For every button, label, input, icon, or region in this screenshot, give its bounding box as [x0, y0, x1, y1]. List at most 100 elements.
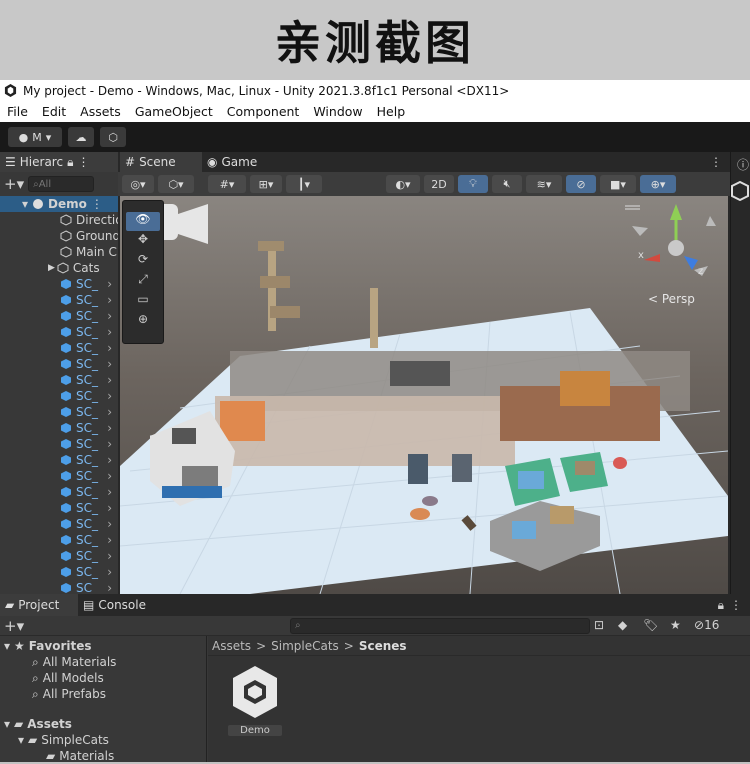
- menu-assets[interactable]: Assets: [73, 104, 128, 119]
- chevron-right-icon[interactable]: ›: [107, 533, 118, 547]
- more-icon[interactable]: ⋮: [77, 155, 89, 169]
- tab-project[interactable]: ▰ Project: [0, 594, 78, 616]
- chevron-right-icon[interactable]: ›: [107, 549, 118, 563]
- breadcrumb-item[interactable]: SimpleCats: [271, 639, 339, 653]
- hierarchy-prefab-item[interactable]: SC_ ›: [0, 308, 118, 324]
- shading-dropdown[interactable]: ◐▾: [386, 175, 420, 193]
- filter-type-icon[interactable]: ◆: [618, 618, 627, 632]
- scene-root-row[interactable]: ▾ Demo ⋮: [0, 196, 118, 212]
- lock-icon[interactable]: 🔒︎: [718, 598, 730, 613]
- favorite-item[interactable]: ⌕ All Prefabs: [0, 686, 206, 702]
- hierarchy-prefab-item[interactable]: SC_ ›: [0, 292, 118, 308]
- audio-toggle[interactable]: 🔇︎: [492, 175, 522, 193]
- hierarchy-item[interactable]: ▶ Cats: [0, 260, 118, 276]
- menu-edit[interactable]: Edit: [35, 104, 73, 119]
- asset-file[interactable]: Demo: [228, 664, 282, 736]
- chevron-right-icon[interactable]: ›: [107, 485, 118, 499]
- hidden-objects-toggle[interactable]: ⊘: [566, 175, 596, 193]
- chevron-right-icon[interactable]: ›: [107, 277, 118, 291]
- hierarchy-prefab-item[interactable]: SC_ ›: [0, 340, 118, 356]
- rect-tool-button[interactable]: ▭: [126, 292, 160, 311]
- chevron-right-icon[interactable]: ›: [107, 469, 118, 483]
- chevron-right-icon[interactable]: ›: [107, 341, 118, 355]
- rotate-tool-button[interactable]: ⟳: [126, 252, 160, 271]
- menu-gameobject[interactable]: GameObject: [128, 104, 220, 119]
- hierarchy-prefab-item[interactable]: SC_ ›: [0, 436, 118, 452]
- hierarchy-prefab-item[interactable]: SC_ ›: [0, 276, 118, 292]
- menu-file[interactable]: File: [0, 104, 35, 119]
- hierarchy-prefab-item[interactable]: SC_ ›: [0, 356, 118, 372]
- grid-visibility-dropdown[interactable]: ┃▾: [286, 175, 322, 193]
- hierarchy-search[interactable]: ⌕ All: [28, 176, 95, 192]
- chevron-right-icon[interactable]: ›: [107, 373, 118, 387]
- persp-label[interactable]: < Persp: [648, 292, 695, 306]
- hierarchy-prefab-item[interactable]: SC_ ›: [0, 580, 118, 594]
- breadcrumb-item[interactable]: Assets: [212, 639, 251, 653]
- hierarchy-prefab-item[interactable]: SC_ ›: [0, 532, 118, 548]
- add-icon[interactable]: +▾: [4, 175, 24, 193]
- overlay-handle[interactable]: [123, 201, 163, 211]
- hierarchy-prefab-item[interactable]: SC_ ›: [0, 452, 118, 468]
- draw-mode-dropdown[interactable]: ◎▾: [122, 175, 154, 193]
- hierarchy-item[interactable]: Main C: [0, 244, 118, 260]
- scene-viewport[interactable]: x z < Persp 👁︎ ✥ ⟳ ⤢ ▭ ⊕: [120, 196, 728, 594]
- chevron-right-icon[interactable]: ›: [107, 501, 118, 515]
- chevron-right-icon[interactable]: ›: [107, 309, 118, 323]
- hierarchy-prefab-item[interactable]: SC_ ›: [0, 468, 118, 484]
- favorite-item[interactable]: ⌕ All Materials: [0, 654, 206, 670]
- hierarchy-prefab-item[interactable]: SC_ ›: [0, 372, 118, 388]
- hierarchy-prefab-item[interactable]: SC_ ›: [0, 516, 118, 532]
- chevron-right-icon[interactable]: ›: [107, 389, 118, 403]
- toggle-2d-button[interactable]: 2D: [424, 175, 454, 193]
- hierarchy-prefab-item[interactable]: SC_ ›: [0, 484, 118, 500]
- chevron-right-icon[interactable]: ›: [107, 357, 118, 371]
- account-dropdown[interactable]: ● M ▾: [8, 127, 62, 147]
- menu-component[interactable]: Component: [220, 104, 307, 119]
- effects-dropdown[interactable]: ≋▾: [526, 175, 562, 193]
- favorite-item[interactable]: ⌕ All Models: [0, 670, 206, 686]
- hierarchy-item[interactable]: Ground: [0, 228, 118, 244]
- hierarchy-prefab-item[interactable]: SC_ ›: [0, 404, 118, 420]
- chevron-right-icon[interactable]: ›: [107, 325, 118, 339]
- grid-snap-dropdown[interactable]: #▾: [208, 175, 246, 193]
- hierarchy-prefab-item[interactable]: SC_ ›: [0, 324, 118, 340]
- menu-help[interactable]: Help: [370, 104, 413, 119]
- filter-scene-icon[interactable]: ⊡: [594, 618, 604, 632]
- assets-header[interactable]: ▾ ▰ Assets: [0, 716, 206, 732]
- hierarchy-prefab-item[interactable]: SC_ ›: [0, 388, 118, 404]
- lock-icon[interactable]: 🔒︎: [67, 155, 73, 170]
- more-icon[interactable]: ⋮: [91, 197, 103, 211]
- chevron-right-icon[interactable]: ›: [107, 293, 118, 307]
- star-icon[interactable]: ★: [670, 618, 681, 632]
- cloud-button[interactable]: ☁: [68, 127, 94, 147]
- favorites-header[interactable]: ▾ ★ Favorites: [0, 638, 206, 654]
- tab-game[interactable]: ◉ Game: [202, 152, 272, 172]
- tab-console[interactable]: ▤ Console: [78, 594, 158, 616]
- chevron-right-icon[interactable]: ›: [107, 565, 118, 579]
- scale-tool-button[interactable]: ⤢: [126, 272, 160, 291]
- camera-dropdown[interactable]: ■▾: [600, 175, 636, 193]
- menu-window[interactable]: Window: [306, 104, 369, 119]
- hidden-packages-toggle[interactable]: ⊘16: [694, 618, 719, 632]
- tab-scene[interactable]: # Scene: [120, 152, 202, 172]
- breadcrumb-item[interactable]: Scenes: [359, 639, 407, 653]
- chevron-right-icon[interactable]: ›: [107, 437, 118, 451]
- more-icon[interactable]: ⋮: [710, 155, 730, 169]
- hierarchy-prefab-item[interactable]: SC_ ›: [0, 548, 118, 564]
- transform-tool-button[interactable]: ⊕: [126, 312, 160, 331]
- expand-icon[interactable]: ▶: [48, 263, 55, 273]
- chevron-right-icon[interactable]: ›: [107, 405, 118, 419]
- gizmos-dropdown[interactable]: ⊕▾: [640, 175, 676, 193]
- hierarchy-prefab-item[interactable]: SC_ ›: [0, 420, 118, 436]
- chevron-right-icon[interactable]: ›: [107, 421, 118, 435]
- folder-item[interactable]: ▾ ▰ SimpleCats: [0, 732, 206, 748]
- move-tool-button[interactable]: ✥: [126, 232, 160, 251]
- hierarchy-prefab-item[interactable]: SC_ ›: [0, 500, 118, 516]
- chevron-right-icon[interactable]: ›: [107, 453, 118, 467]
- chevron-right-icon[interactable]: ›: [107, 517, 118, 531]
- add-icon[interactable]: +▾: [4, 617, 24, 635]
- project-search[interactable]: ⌕: [290, 617, 590, 634]
- render-mode-dropdown[interactable]: ⬡▾: [158, 175, 194, 193]
- chevron-right-icon[interactable]: ›: [107, 581, 118, 594]
- hierarchy-item[interactable]: Directio: [0, 212, 118, 228]
